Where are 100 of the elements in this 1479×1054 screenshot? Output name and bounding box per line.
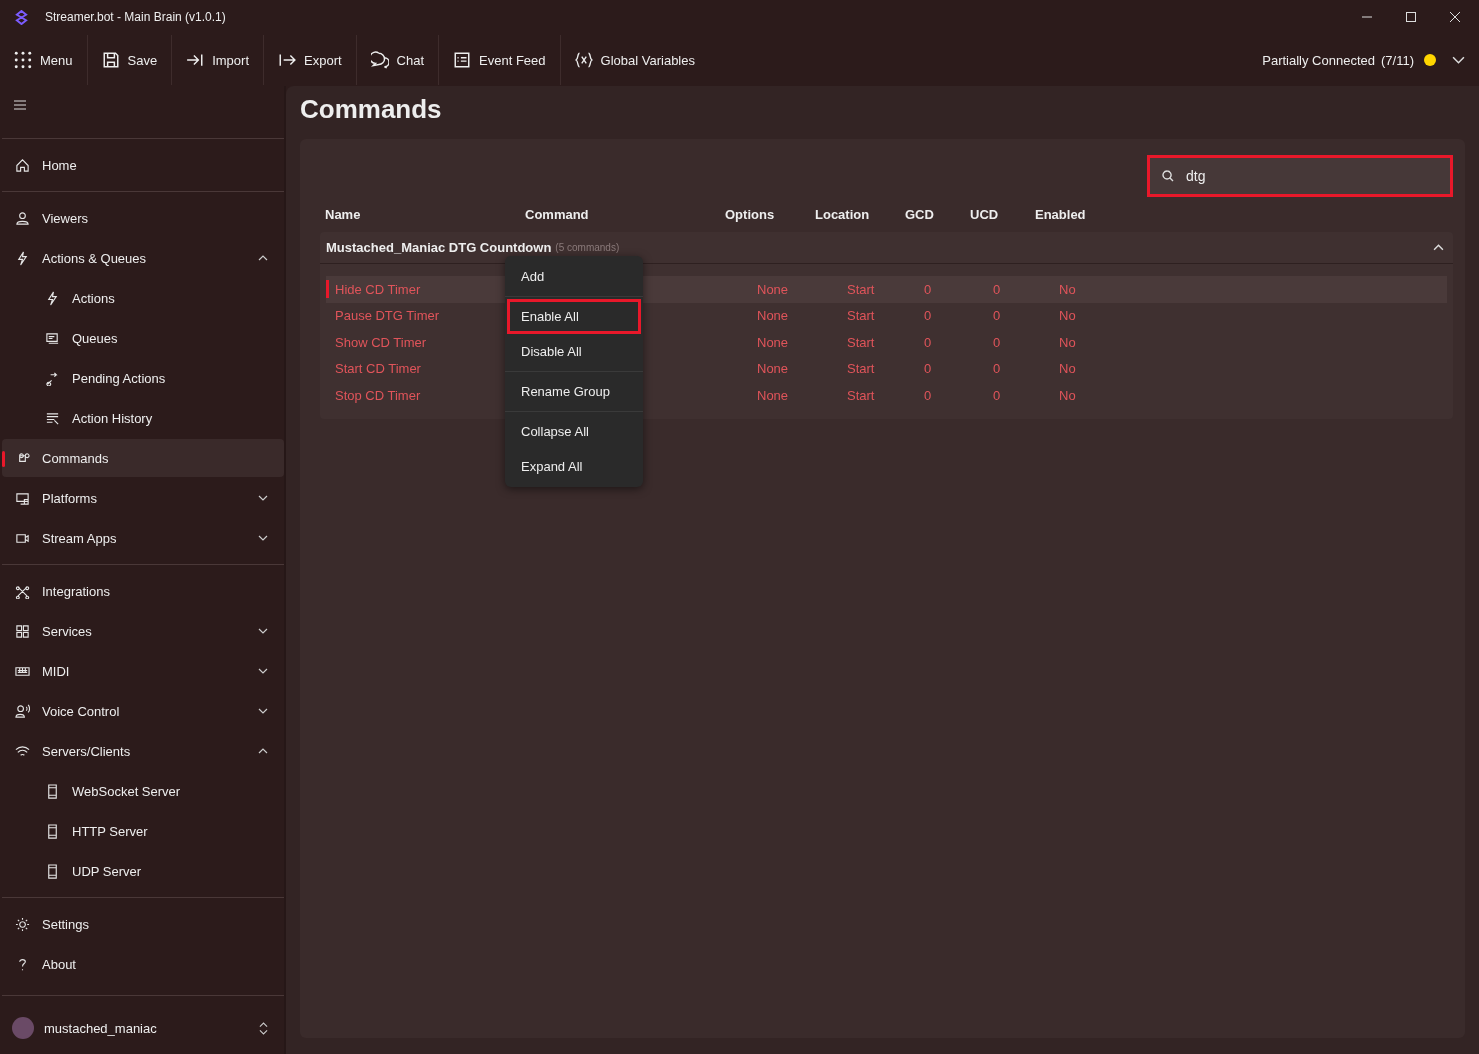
dots-grid-icon: [14, 51, 32, 69]
sidebar-item[interactable]: Voice Control: [2, 692, 284, 730]
table-cell: None: [757, 387, 789, 403]
sidebar-item[interactable]: Platforms: [2, 479, 284, 517]
table-cell: None: [757, 334, 789, 350]
page-title: Commands: [300, 94, 443, 125]
table-cell: 0: [924, 387, 932, 403]
export-icon: [278, 51, 296, 69]
toolbar-button[interactable]: Chat: [362, 45, 433, 75]
table-cell: None: [757, 308, 789, 324]
column-header[interactable]: GCD: [905, 207, 970, 222]
sidebar-item[interactable]: UDP Server: [2, 852, 284, 890]
column-header[interactable]: Options: [725, 207, 815, 222]
table-cell: 0: [993, 308, 1001, 324]
sidebar-item[interactable]: Stream Apps: [2, 519, 284, 557]
column-header[interactable]: Command: [525, 207, 725, 222]
search-field[interactable]: dtg: [1147, 155, 1453, 197]
menu-item[interactable]: Enable All: [507, 299, 641, 334]
sidebar-item[interactable]: Integrations: [2, 572, 284, 610]
chat-bubbles-icon: [370, 51, 389, 69]
table-cell: Start: [847, 281, 875, 297]
toolbar-button[interactable]: Menu: [6, 45, 81, 75]
lightning-icon: [15, 250, 30, 266]
sidebar-item[interactable]: Servers/Clients: [2, 732, 284, 770]
toolbar-button[interactable]: Import: [178, 45, 257, 75]
table-cell: None: [757, 361, 789, 377]
app-logo-icon: [14, 9, 29, 25]
connection-status: Partially Connected: [1262, 52, 1375, 68]
table-cell: 0: [924, 361, 932, 377]
table-cell: 0: [993, 361, 1001, 377]
phone-icon: [45, 863, 60, 879]
table-cell: 0: [924, 308, 932, 324]
table-cell: No: [1059, 387, 1076, 403]
braces-icon: [574, 51, 593, 69]
table-cell: No: [1059, 281, 1076, 297]
toolbar-button[interactable]: Save: [93, 45, 166, 75]
sidebar-item[interactable]: MIDI: [2, 652, 284, 690]
sidebar-item[interactable]: Viewers: [2, 199, 284, 237]
list-icon: [45, 330, 60, 346]
sidebar-item[interactable]: Actions & Queues: [2, 239, 284, 277]
home-icon: [15, 157, 30, 173]
toolbar-button[interactable]: Global Variables: [566, 45, 703, 75]
table-cell: 0: [924, 334, 932, 350]
sidebar-item[interactable]: About: [2, 945, 284, 983]
network-icon: [15, 583, 30, 599]
list-icon: [453, 51, 472, 69]
table-cell: 0: [993, 334, 1001, 350]
toolbar-button[interactable]: Event Feed: [445, 45, 554, 75]
menu-item[interactable]: Disable All: [507, 334, 641, 369]
menu-item[interactable]: Collapse All: [507, 414, 641, 449]
phone-icon: [45, 823, 60, 839]
group-count: (5 commands): [555, 242, 620, 253]
sidebar-item[interactable]: Actions: [2, 279, 284, 317]
person-icon: [15, 210, 30, 226]
toolbar-button[interactable]: Export: [270, 45, 350, 75]
arrow-icon: [45, 370, 60, 386]
table-cell: 0: [924, 281, 932, 297]
list-icon: [45, 410, 60, 426]
column-header[interactable]: Location: [815, 207, 905, 222]
table-cell: No: [1059, 308, 1076, 324]
menu-item[interactable]: Expand All: [507, 449, 641, 484]
window-title: Streamer.bot - Main Brain (v1.0.1): [45, 10, 226, 24]
maximize-icon[interactable]: [1405, 11, 1417, 23]
table-cell: 0: [993, 387, 1001, 403]
sidebar-item[interactable]: Settings: [2, 905, 284, 943]
user-profile[interactable]: mustached_maniac: [2, 1002, 284, 1054]
sidebar-item[interactable]: Services: [2, 612, 284, 650]
menu-item[interactable]: Rename Group: [507, 374, 641, 409]
voice-icon: [15, 703, 30, 719]
table-cell: None: [757, 281, 789, 297]
chevron-up-icon[interactable]: [1433, 244, 1444, 251]
table-cell: Start: [847, 334, 875, 350]
table-cell: No: [1059, 334, 1076, 350]
phone-icon: [45, 783, 60, 799]
up-down-chevron-icon: [259, 1021, 268, 1035]
gear-icon: [15, 916, 30, 932]
avatar: [12, 1017, 34, 1039]
close-icon[interactable]: [1449, 11, 1461, 23]
import-icon: [186, 51, 205, 69]
connection-count: (7/11): [1381, 52, 1414, 68]
sidebar-item[interactable]: Home: [2, 146, 284, 184]
group-name: Mustached_Maniac DTG Countdown: [326, 240, 552, 255]
table-cell: Start: [847, 387, 875, 403]
search-icon: [1162, 170, 1174, 182]
table-cell: 0: [993, 281, 1001, 297]
sidebar-item[interactable]: Pending Actions: [2, 359, 284, 397]
table-cell: No: [1059, 361, 1076, 377]
sidebar-item[interactable]: Action History: [2, 399, 284, 437]
sidebar-item[interactable]: WebSocket Server: [2, 772, 284, 810]
table-cell: Start: [847, 308, 875, 324]
sidebar-item[interactable]: Queues: [2, 319, 284, 357]
chevron-down-icon[interactable]: [1452, 55, 1465, 65]
column-header[interactable]: UCD: [970, 207, 1035, 222]
lightning-icon: [45, 290, 60, 306]
column-header[interactable]: Name: [325, 207, 525, 222]
hamburger-menu-icon[interactable]: [14, 100, 26, 110]
sidebar-item[interactable]: HTTP Server: [2, 812, 284, 850]
sidebar-item[interactable]: Commands: [2, 439, 284, 477]
column-header[interactable]: Enabled: [1035, 207, 1115, 222]
save-icon: [101, 51, 120, 69]
